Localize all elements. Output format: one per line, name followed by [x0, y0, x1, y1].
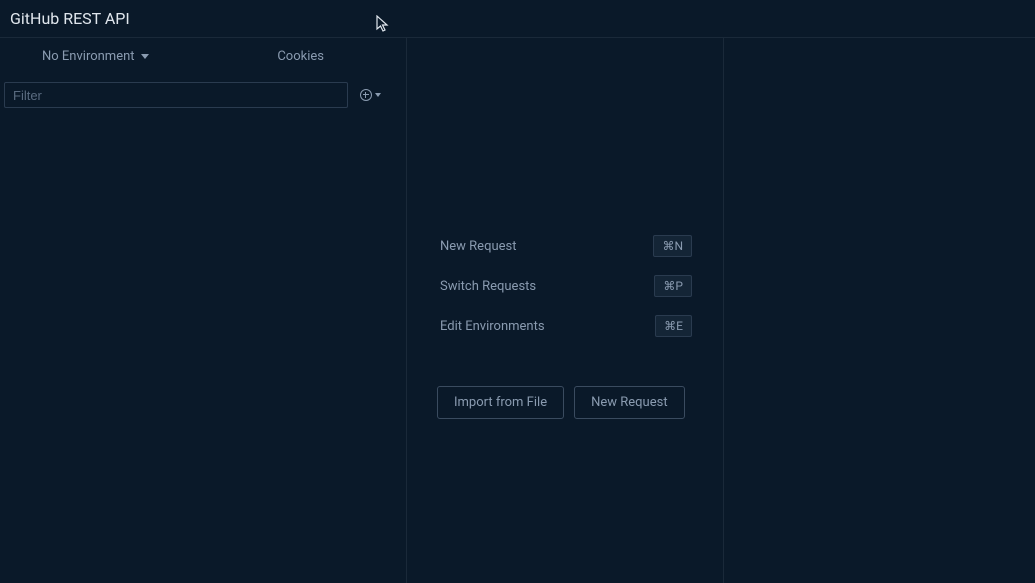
filter-input[interactable] — [4, 82, 348, 108]
environment-selector[interactable]: No Environment — [34, 45, 157, 68]
sidebar-topbar: No Environment Cookies — [0, 38, 406, 76]
shortcut-row: Switch Requests ⌘P — [440, 274, 692, 298]
cookies-button[interactable]: Cookies — [277, 49, 324, 64]
shortcut-label: New Request — [440, 239, 516, 254]
action-buttons: Import from File New Request — [437, 386, 685, 419]
main-panel: New Request ⌘N Switch Requests ⌘P Edit E… — [407, 38, 724, 583]
caret-down-icon — [141, 54, 149, 59]
caret-down-icon — [375, 93, 381, 97]
sidebar-filterbar — [0, 76, 406, 114]
shortcut-label: Edit Environments — [440, 319, 545, 334]
plus-circle-icon — [360, 89, 372, 101]
body: No Environment Cookies New Request ⌘N Sw… — [0, 38, 1035, 583]
right-panel — [724, 38, 1035, 583]
add-menu-button[interactable] — [356, 85, 385, 105]
shortcut-key: ⌘P — [654, 275, 692, 297]
shortcut-row: New Request ⌘N — [440, 234, 692, 258]
shortcut-key: ⌘N — [653, 235, 692, 257]
shortcut-label: Switch Requests — [440, 279, 536, 294]
sidebar: No Environment Cookies — [0, 38, 407, 583]
new-request-button[interactable]: New Request — [574, 386, 684, 419]
shortcut-list: New Request ⌘N Switch Requests ⌘P Edit E… — [440, 234, 692, 354]
environment-label: No Environment — [42, 49, 135, 64]
shortcut-row: Edit Environments ⌘E — [440, 314, 692, 338]
cursor-icon — [376, 15, 390, 37]
shortcut-key: ⌘E — [655, 315, 692, 337]
header: GitHub REST API — [0, 0, 1035, 38]
import-from-file-button[interactable]: Import from File — [437, 386, 564, 419]
workspace-title[interactable]: GitHub REST API — [10, 9, 130, 28]
